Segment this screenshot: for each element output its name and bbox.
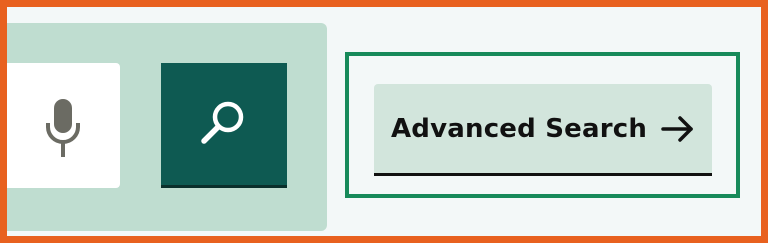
mic-icon[interactable] [45,99,81,157]
screenshot-frame: Advanced Search [0,0,768,243]
advanced-search-button[interactable]: Advanced Search [374,84,712,176]
advanced-search-focus-outline: Advanced Search [345,52,740,198]
search-icon [201,101,244,144]
advanced-search-label: Advanced Search [390,113,648,144]
arrow-right-icon [661,115,693,142]
search-panel [7,23,327,231]
search-button[interactable] [161,63,287,188]
search-input[interactable] [7,63,120,188]
